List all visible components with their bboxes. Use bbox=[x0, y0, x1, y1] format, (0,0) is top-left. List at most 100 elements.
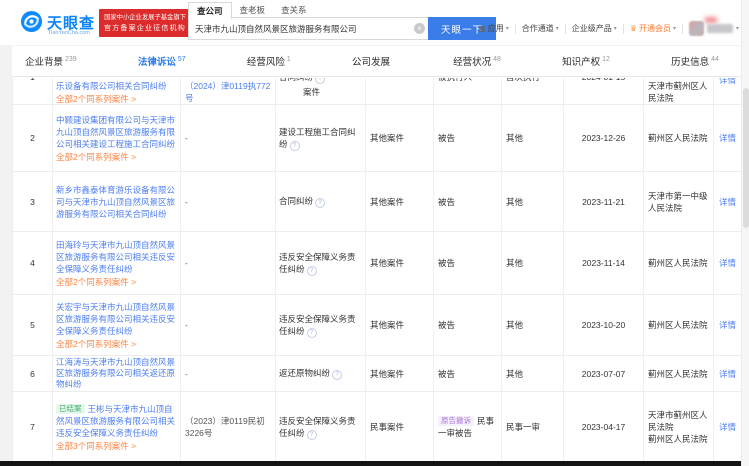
court-cell: 蓟州区人民法院 bbox=[644, 295, 714, 355]
top-header: 天眼查 TianYanCha.com 国家中小企业发展子基金旗下 官方备案企业征… bbox=[0, 0, 749, 45]
court-cell: 蓟州区人民法院 bbox=[644, 105, 714, 171]
case-cause-cell: 合同纠纷? bbox=[276, 172, 366, 231]
case-date-cell: 2024-01-15 bbox=[564, 78, 644, 104]
tab-label: 经营状况 bbox=[453, 57, 491, 68]
tab-company-development[interactable]: 公司发展 bbox=[352, 54, 392, 68]
row-seq: 3 bbox=[13, 172, 53, 231]
action-cell: 详情 bbox=[714, 392, 742, 462]
case-name-link[interactable]: 关宏宇与天津市九山顶自然风景区旅游服务有限公司相关违反安全保障义务责任纠纷 bbox=[56, 301, 175, 337]
detail-link[interactable]: 详情 bbox=[719, 257, 736, 269]
detail-link[interactable]: 详情 bbox=[719, 196, 736, 208]
info-icon: ? bbox=[315, 78, 325, 84]
tab-count: 48 bbox=[493, 56, 501, 63]
search-input[interactable] bbox=[188, 17, 428, 40]
court-cell: 天津市第一中级人民法院 bbox=[644, 172, 714, 231]
search-type-tabs: 查公司 查老板 查关系 bbox=[188, 2, 315, 18]
tianyancha-logo-icon[interactable] bbox=[20, 10, 43, 33]
tab-label: 知识产权 bbox=[562, 57, 600, 68]
tab-label: 法律诉讼 bbox=[138, 57, 176, 68]
divider bbox=[515, 24, 516, 34]
case-result-cell: 民事一审 bbox=[502, 392, 564, 462]
info-icon: ? bbox=[332, 370, 342, 380]
avatar-blur-overlay bbox=[705, 17, 717, 23]
detail-link[interactable]: 详情 bbox=[719, 368, 736, 380]
case-date-cell: 2023-04-17 bbox=[564, 392, 644, 462]
series-cases-link[interactable]: 全部2个同系列案件 > bbox=[56, 276, 175, 288]
tab-count: 239 bbox=[65, 56, 77, 63]
case-name-cell: 新乡市鑫泰体育游乐设备有限公司与天津市九山顶自然风景区旅游服务有限公司相关合同纠… bbox=[53, 172, 181, 231]
case-number-cell: （2023）津0119民初3226号 bbox=[181, 392, 276, 462]
table-row: 2 中颢建设集团有限公司与天津市九山顶自然风景区旅游服务有限公司相关建设工程施工… bbox=[13, 105, 742, 172]
series-cases-link[interactable]: 全部3个同系列案件 > bbox=[56, 440, 175, 452]
search-tab-boss[interactable]: 查老板 bbox=[232, 2, 274, 18]
case-name-link[interactable]: 中颢建设集团有限公司与天津市九山顶自然风景区旅游服务有限公司相关建设工程施工合同… bbox=[56, 114, 175, 150]
divider bbox=[565, 24, 566, 34]
user-account[interactable]: ▾ bbox=[689, 21, 739, 36]
menu-vip[interactable]: ♛ 开通会员 ▾ bbox=[630, 23, 676, 34]
case-result-cell: 其他 bbox=[502, 232, 564, 294]
row-seq: 2 bbox=[13, 105, 53, 171]
case-name-cell: 乐设备有限公司相关合同纠纷 全部2个同系列案件 > bbox=[53, 78, 181, 104]
menu-enterprise-products[interactable]: 企业级产品 ▾ bbox=[572, 23, 617, 34]
tab-label: 历史信息 bbox=[671, 57, 709, 68]
divider bbox=[623, 24, 624, 34]
scrollbar-thumb[interactable] bbox=[743, 88, 749, 228]
case-type-cell: 其他案件 bbox=[366, 295, 434, 355]
action-cell: 详情 bbox=[714, 172, 742, 231]
search-tab-company[interactable]: 查公司 bbox=[188, 2, 232, 19]
tab-label: 公司发展 bbox=[352, 57, 390, 68]
menu-cooperation[interactable]: 合作通道 ▾ bbox=[522, 23, 559, 34]
tab-legal-litigation[interactable]: 法律诉讼57 bbox=[138, 54, 186, 68]
case-role-cell: 被告 bbox=[434, 295, 502, 355]
chevron-down-icon: ▾ bbox=[673, 25, 676, 32]
menu-apps[interactable]: ▦ 应用 ▾ bbox=[478, 23, 509, 34]
case-status-badge: 已结案 bbox=[56, 404, 85, 414]
case-name-link[interactable]: 新乡市鑫泰体育游乐设备有限公司与天津市九山顶自然风景区旅游服务有限公司相关合同纠… bbox=[56, 184, 175, 220]
action-cell: 详情 bbox=[714, 78, 742, 104]
info-icon: ? bbox=[290, 141, 300, 151]
table-row: 6 江海涛与天津市九山顶自然风景区旅游服务有限公司相关返还原物纠纷 - 返还原物… bbox=[13, 356, 742, 392]
crown-icon: ♛ bbox=[630, 24, 637, 33]
tab-count: 44 bbox=[711, 56, 719, 63]
case-name-link[interactable]: 乐设备有限公司相关合同纠纷 bbox=[56, 80, 175, 92]
tab-label: 企业背景 bbox=[25, 57, 63, 68]
tab-history-info[interactable]: 历史信息44 bbox=[671, 54, 719, 68]
case-number-cell: - bbox=[181, 105, 276, 171]
case-role-cell: 原告撤诉民事一审被告 bbox=[434, 392, 502, 462]
tab-operation-risk[interactable]: 经营风险1 bbox=[247, 54, 291, 68]
case-name-link[interactable]: 田海玲与天津市九山顶自然风景区旅游服务有限公司相关违反安全保障义务责任纠纷 bbox=[56, 239, 175, 275]
case-number-cell: - bbox=[181, 356, 276, 391]
tab-operation-status[interactable]: 经营状况48 bbox=[453, 54, 501, 68]
series-cases-link[interactable]: 全部2个同系列案件 > bbox=[56, 151, 175, 163]
info-icon: ? bbox=[307, 430, 317, 440]
tab-company-background[interactable]: 企业背景239 bbox=[25, 54, 77, 68]
case-result-cell: 其他 bbox=[502, 172, 564, 231]
detail-link[interactable]: 详情 bbox=[719, 132, 736, 144]
case-type-cell: 民事案件 bbox=[366, 392, 434, 462]
case-name-link[interactable]: 江海涛与天津市九山顶自然风景区旅游服务有限公司相关返还原物纠纷 bbox=[56, 357, 175, 390]
case-type-cell: 其他案件 bbox=[366, 105, 434, 171]
detail-link[interactable]: 详情 bbox=[719, 319, 736, 331]
series-cases-link[interactable]: 全部2个同系列案件 > bbox=[56, 93, 175, 104]
case-name-cell: 江海涛与天津市九山顶自然风景区旅游服务有限公司相关返还原物纠纷 bbox=[53, 356, 181, 391]
case-number-cell: - bbox=[181, 172, 276, 231]
court-cell: 天津市蓟州区人民法院 bbox=[644, 78, 714, 104]
case-cause-cell: 返还原物纠纷? bbox=[276, 356, 366, 391]
case-date-cell: 2023-12-26 bbox=[564, 105, 644, 171]
clear-search-icon[interactable]: × bbox=[414, 23, 425, 34]
case-number-link[interactable]: （2024）津0119执772号 bbox=[185, 80, 271, 104]
gov-certification-badge: 国家中小企业发展子基金旗下 官方备案企业征信机构 bbox=[99, 9, 191, 37]
case-type-cell: 其他案件 bbox=[366, 356, 434, 391]
detail-link[interactable]: 详情 bbox=[719, 421, 736, 433]
tab-intellectual-property[interactable]: 知识产权12 bbox=[562, 54, 610, 68]
detail-link[interactable]: 详情 bbox=[719, 78, 736, 86]
action-cell: 详情 bbox=[714, 295, 742, 355]
search-tab-relation[interactable]: 查关系 bbox=[273, 2, 315, 18]
case-result-cell: 首次执行 bbox=[502, 78, 564, 104]
case-name-cell: 中颢建设集团有限公司与天津市九山顶自然风景区旅游服务有限公司相关建设工程施工合同… bbox=[53, 105, 181, 171]
page-scrollbar[interactable] bbox=[741, 0, 749, 466]
case-cause-cell: 违反安全保障义务责任纠纷? bbox=[276, 392, 366, 462]
menu-cooperation-label: 合作通道 bbox=[522, 23, 554, 34]
action-cell: 详情 bbox=[714, 232, 742, 294]
series-cases-link[interactable]: 全部2个同系列案件 > bbox=[56, 338, 175, 350]
